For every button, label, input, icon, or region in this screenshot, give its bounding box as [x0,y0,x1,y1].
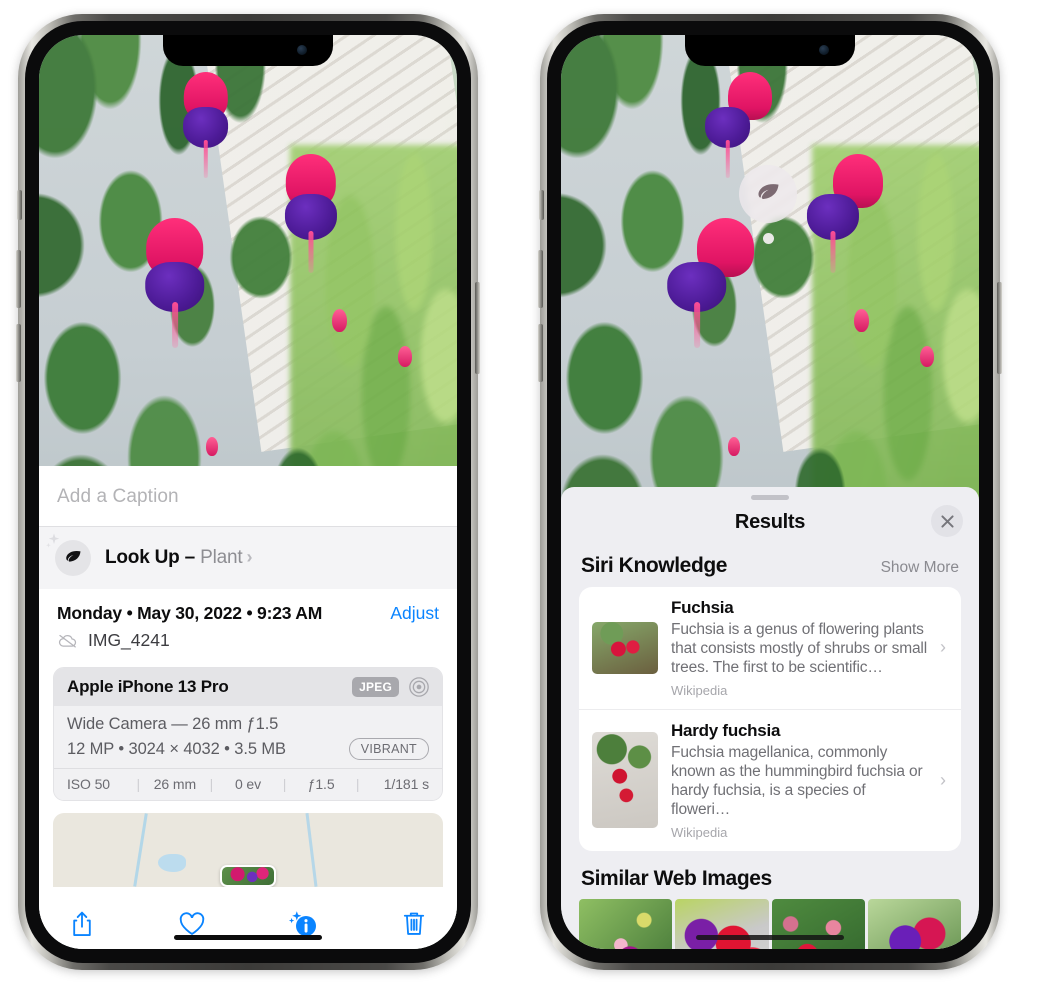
photo-info-sheet: Add a Caption Look Up – Plant › Monday •… [39,466,457,949]
photo-filename: IMG_4241 [88,630,170,650]
camera-device-name: Apple iPhone 13 Pro [67,677,229,696]
notch [685,35,855,66]
look-up-section: Look Up – Plant › [39,526,457,589]
exif-exposure-compensation: 0 ev [234,776,262,792]
result-title: Hardy fuchsia [671,720,781,740]
look-up-prefix: Look Up – [105,547,201,568]
chevron-right-icon: › [940,769,946,790]
share-icon [73,911,91,936]
location-map[interactable] [53,813,443,887]
exif-settings-row: ISO 50 | 26 mm | 0 ev | ƒ1.5 | 1/181 s [54,768,442,800]
visual-lookup-badge[interactable] [739,165,797,244]
caption-input[interactable]: Add a Caption [39,466,457,526]
similar-image-2[interactable] [675,898,769,949]
exif-body: Wide Camera — 26 mm ƒ1.5 12 MP • 3024 × … [54,706,442,768]
fuchsia-thumbnail [592,621,658,674]
similar-web-images-header: Similar Web Images [561,851,979,895]
photo-metadata-block: Monday • May 30, 2022 • 9:23 AM Adjust I… [39,589,457,661]
format-badge: JPEG [352,677,399,697]
hardy-fuchsia-thumbnail [592,732,658,829]
photographic-style-badge: VIBRANT [348,738,429,760]
iphone-left-photos-info: Add a Caption Look Up – Plant › Monday •… [16,14,480,970]
front-camera-icon [819,45,829,55]
badge-anchor-dot [762,233,774,244]
exif-focal-length: 26 mm [153,776,197,792]
delete-button[interactable] [401,909,427,939]
similar-image-4[interactable] [867,898,961,949]
results-sheet: Results Siri Knowledge Show More Fuchsia… [561,487,979,949]
power-button[interactable] [997,282,1002,374]
phone-screen-left: Add a Caption Look Up – Plant › Monday •… [39,35,457,949]
aperture-icon[interactable] [408,676,430,698]
notch [163,35,333,66]
list-item[interactable]: Fuchsia Fuchsia is a genus of flowering … [579,587,961,709]
power-button[interactable] [475,282,480,374]
file-size-info: 12 MP • 3024 × 4032 • 3.5 MB [67,739,286,758]
exif-iso: ISO 50 [67,776,110,792]
similar-image-3[interactable] [771,898,865,949]
look-up-subject: Plant [200,547,243,568]
info-sparkle-icon [289,911,317,936]
close-button[interactable] [931,505,963,537]
favorite-button[interactable] [178,911,206,937]
volume-down-button[interactable] [538,324,543,382]
result-source: Wikipedia [671,682,728,698]
result-description: Fuchsia is a genus of flowering plants t… [671,621,928,677]
adjust-button[interactable]: Adjust [390,603,439,624]
similar-images-strip[interactable] [561,895,979,949]
leaf-badge-circle[interactable] [739,165,797,223]
exif-shutter-speed: 1/181 s [383,776,429,792]
leaf-icon-circle [55,540,91,576]
section-title-similar-web-images: Similar Web Images [581,866,772,890]
iphone-right-visual-lookup-results: Results Siri Knowledge Show More Fuchsia… [538,14,1002,970]
leaf-icon [66,550,81,562]
similar-image-1[interactable] [579,898,673,949]
leaf-icon [758,184,779,200]
lens-info: Wide Camera — 26 mm ƒ1.5 [67,715,279,733]
show-more-button[interactable]: Show More [881,559,959,577]
volume-up-button[interactable] [538,250,543,308]
share-button[interactable] [69,909,95,939]
heart-icon [179,912,204,935]
result-source: Wikipedia [671,824,728,840]
mute-switch[interactable] [539,190,544,220]
home-indicator[interactable] [696,935,844,940]
map-photo-pin[interactable] [220,865,276,887]
close-icon [940,514,954,528]
exif-header: Apple iPhone 13 Pro JPEG [54,668,442,706]
cloud-slash-icon [58,634,77,648]
photo-date: Monday • May 30, 2022 • 9:23 AM [57,603,323,623]
result-title: Fuchsia [671,598,734,617]
screenshot-canvas: Add a Caption Look Up – Plant › Monday •… [0,0,1055,985]
result-description: Fuchsia magellanica, commonly known as t… [671,743,923,819]
sheet-title: Results [734,510,806,533]
exif-aperture: ƒ1.5 [307,776,335,792]
trash-icon [403,912,425,935]
volume-up-button[interactable] [16,250,21,308]
look-up-row[interactable]: Look Up – Plant › [46,533,439,576]
siri-knowledge-card: Fuchsia Fuchsia is a genus of flowering … [579,587,961,851]
exif-card[interactable]: Apple iPhone 13 Pro JPEG Wide Camera — 2… [53,667,443,801]
section-title-siri-knowledge: Siri Knowledge [581,554,728,577]
chevron-right-icon: › [940,637,946,658]
home-indicator[interactable] [174,935,322,940]
phone-screen-right: Results Siri Knowledge Show More Fuchsia… [561,35,979,949]
info-button[interactable] [288,910,318,938]
volume-down-button[interactable] [16,324,21,382]
siri-knowledge-header: Siri Knowledge Show More [561,544,979,587]
look-up-label: Look Up – Plant › [105,547,252,569]
front-camera-icon [297,45,307,55]
results-header: Results [561,500,979,544]
mute-switch[interactable] [17,190,22,220]
chevron-right-icon: › [246,547,253,567]
list-item[interactable]: Hardy fuchsia Fuchsia magellanica, commo… [579,708,961,851]
